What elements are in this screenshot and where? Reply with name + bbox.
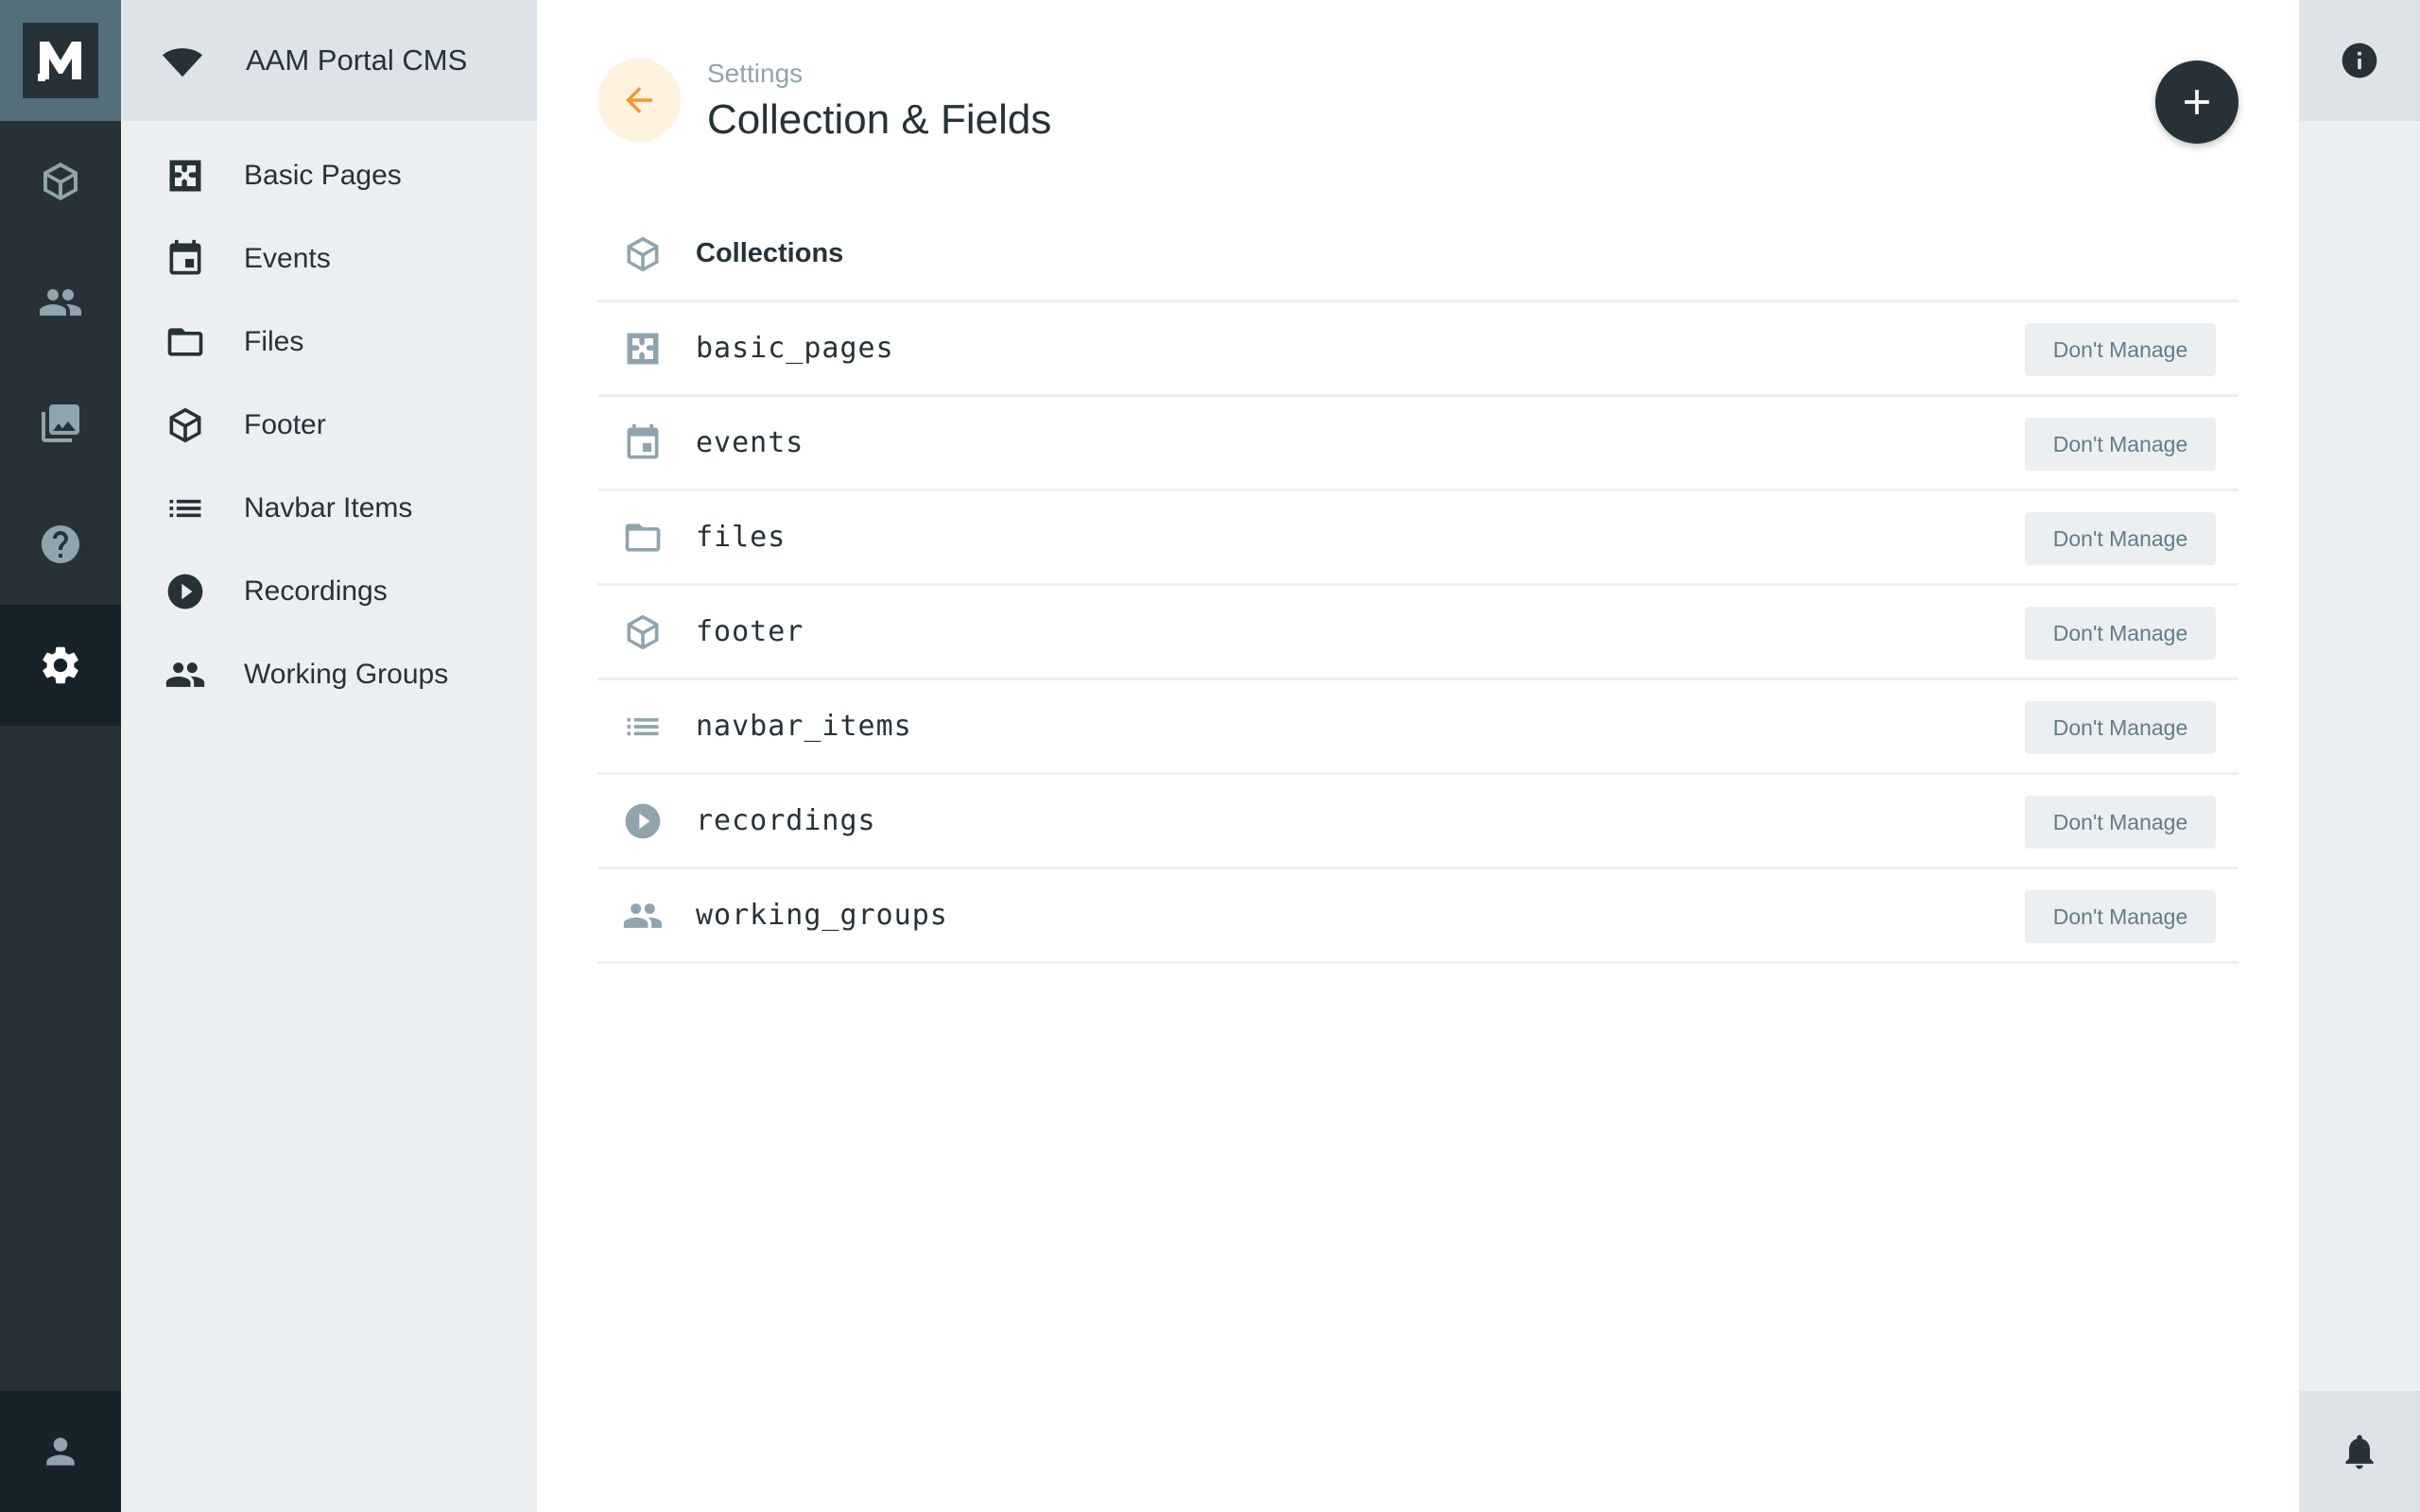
dont-manage-button[interactable]: Don't Manage	[2025, 607, 2216, 660]
table-header-label: Collections	[696, 238, 844, 268]
collections-table: Collections basic_pages Don't Manage eve…	[597, 208, 2238, 964]
nav-item-label: Navbar Items	[244, 492, 413, 524]
people-icon	[623, 902, 663, 928]
collection-name: files	[696, 521, 786, 554]
nav-item-label: Basic Pages	[244, 160, 402, 191]
main-content: Settings Collection & Fields Collections…	[537, 0, 2299, 1512]
nav-item-recordings[interactable]: Recordings	[121, 550, 537, 633]
info-icon	[2342, 43, 2377, 78]
arrow-back-icon	[626, 87, 652, 113]
project-name: AAM Portal CMS	[246, 43, 468, 77]
photo-library-icon	[42, 404, 79, 442]
module-settings[interactable]	[0, 605, 121, 726]
navigation-panel: AAM Portal CMS Basic Pages Events Files …	[121, 0, 537, 1512]
project-switcher[interactable]: AAM Portal CMS	[121, 0, 537, 121]
page-header: Settings Collection & Fields	[597, 59, 2238, 146]
add-collection-button[interactable]	[2155, 60, 2238, 144]
module-collections[interactable]	[0, 121, 121, 242]
folder-icon	[625, 523, 661, 552]
list-icon	[169, 499, 201, 518]
nav-item-basic-pages[interactable]: Basic Pages	[121, 134, 537, 217]
notifications-button[interactable]	[2299, 1391, 2420, 1512]
collection-name: basic_pages	[696, 332, 894, 365]
collection-name: navbar_items	[696, 710, 912, 743]
collection-name: working_groups	[696, 899, 948, 932]
info-sidebar-toggle[interactable]	[2299, 0, 2420, 121]
table-row[interactable]: working_groups Don't Manage	[597, 869, 2238, 964]
nav-item-label: Recordings	[244, 576, 388, 607]
dont-manage-button[interactable]: Don't Manage	[2025, 512, 2216, 565]
people-icon	[40, 289, 81, 316]
module-help[interactable]	[0, 484, 121, 605]
calendar-icon	[627, 423, 659, 458]
back-button[interactable]	[597, 59, 681, 142]
nav-item-files[interactable]: Files	[121, 301, 537, 384]
collection-name: recordings	[696, 804, 876, 837]
module-users[interactable]	[0, 242, 121, 363]
help-icon	[42, 525, 79, 563]
logo-m-icon	[38, 42, 81, 81]
bell-icon	[2345, 1435, 2374, 1469]
dont-manage-button[interactable]: Don't Manage	[2025, 323, 2216, 376]
folder-icon	[167, 328, 203, 356]
extension-icon	[627, 333, 659, 364]
dont-manage-button[interactable]: Don't Manage	[2025, 890, 2216, 943]
box-icon	[169, 407, 201, 443]
extension-icon	[169, 160, 201, 192]
wifi-icon	[162, 48, 203, 77]
nav-item-footer[interactable]: Footer	[121, 384, 537, 467]
nav-item-label: Working Groups	[244, 659, 449, 690]
dont-manage-button[interactable]: Don't Manage	[2025, 796, 2216, 849]
table-row[interactable]: navbar_items Don't Manage	[597, 680, 2238, 775]
box-icon	[627, 236, 659, 271]
play-circle-icon	[167, 574, 203, 610]
list-icon	[627, 717, 659, 735]
nav-item-label: Footer	[244, 409, 326, 440]
nav-item-working-groups[interactable]: Working Groups	[121, 633, 537, 716]
nav-item-label: Files	[244, 326, 304, 357]
collection-name: footer	[696, 615, 804, 648]
dont-manage-button[interactable]: Don't Manage	[2025, 418, 2216, 471]
nav-item-navbar-items[interactable]: Navbar Items	[121, 467, 537, 550]
logo-mark	[23, 23, 98, 98]
nav-list: Basic Pages Events Files Footer Navbar I…	[121, 121, 537, 716]
breadcrumb[interactable]: Settings	[707, 59, 803, 89]
play-circle-icon	[625, 803, 661, 838]
table-row[interactable]: footer Don't Manage	[597, 586, 2238, 680]
user-menu-button[interactable]	[0, 1391, 121, 1512]
plus-icon	[2185, 90, 2209, 114]
collection-name: events	[696, 426, 804, 459]
person-icon	[46, 1437, 75, 1466]
people-icon	[165, 662, 205, 687]
table-row[interactable]: files Don't Manage	[597, 491, 2238, 586]
nav-item-label: Events	[244, 243, 331, 274]
page-title: Collection & Fields	[707, 96, 1052, 143]
module-bar	[0, 0, 121, 1512]
table-row[interactable]: events Don't Manage	[597, 397, 2238, 491]
gear-icon	[43, 646, 78, 684]
info-sidebar	[2299, 0, 2420, 1512]
module-files[interactable]	[0, 363, 121, 484]
table-header: Collections	[597, 208, 2238, 302]
nav-item-events[interactable]: Events	[121, 217, 537, 301]
table-row[interactable]: recordings Don't Manage	[597, 775, 2238, 869]
table-row[interactable]: basic_pages Don't Manage	[597, 302, 2238, 397]
box-icon	[43, 163, 78, 200]
app-logo[interactable]	[0, 0, 121, 121]
calendar-icon	[169, 239, 201, 275]
box-icon	[627, 614, 659, 649]
dont-manage-button[interactable]: Don't Manage	[2025, 701, 2216, 754]
